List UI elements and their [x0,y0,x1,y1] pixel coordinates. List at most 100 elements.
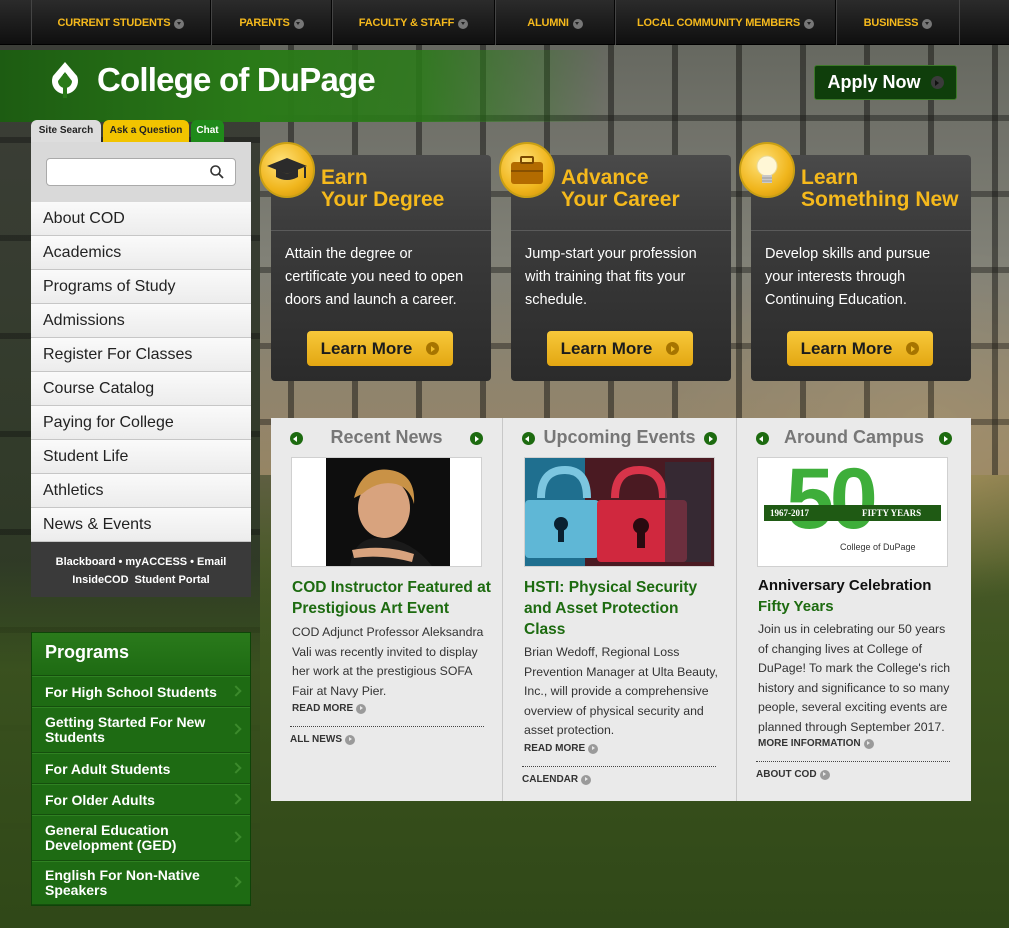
tab-chat[interactable]: Chat [191,120,224,142]
program-high-school[interactable]: For High School Students [32,676,250,707]
chevron-right-icon [230,761,242,774]
about-cod-link[interactable]: ABOUT COD [756,769,830,780]
program-older-adults[interactable]: For Older Adults [32,784,250,815]
graduation-cap-icon [259,142,315,198]
chevron-right-icon [230,876,242,888]
apply-now-button[interactable]: Apply Now [814,65,957,100]
arrow-right-icon [588,743,599,754]
nav-parents[interactable]: PARENTS [211,0,332,45]
search-icon[interactable] [209,164,225,180]
search-panel [31,142,251,203]
nav-faculty-staff[interactable]: FACULTY & STAFF [332,0,495,45]
nav-item-academics[interactable]: Academics [31,236,251,270]
programs-title: Programs [32,633,250,676]
divider [290,726,484,727]
link-insidecod[interactable]: InsideCOD [72,574,128,586]
event-body: Brian Wedoff, Regional Loss Prevention M… [524,645,718,737]
link-student-portal[interactable]: Student Portal [135,574,210,586]
chevron-down-icon [804,18,815,29]
nav-current-students[interactable]: CURRENT STUDENTS [31,0,211,45]
link-blackboard[interactable]: Blackboard [56,556,116,568]
prev-arrow-icon[interactable] [756,432,769,445]
program-new-students[interactable]: Getting Started For New Students [32,707,250,753]
card-description: Develop skills and pursue your interests… [765,246,931,308]
search-input[interactable] [46,158,236,186]
program-english-non-native[interactable]: English For Non-Native Speakers [32,861,250,905]
arrow-right-icon [345,734,356,745]
arrow-right-icon [863,738,874,749]
chevron-down-icon [293,18,304,29]
program-ged[interactable]: General Education Development (GED) [32,815,250,861]
nav-local-community[interactable]: LOCAL COMMUNITY MEMBERS [615,0,836,45]
news-title[interactable]: COD Instructor Featured at Prestigious A… [292,577,492,619]
chevron-down-icon [174,18,185,29]
news-section: Recent News COD Instructor Featured at P… [271,418,971,801]
arrow-right-icon [426,342,440,355]
nav-item-student-life[interactable]: Student Life [31,440,251,474]
anniversary-logo-image[interactable]: 50 1967-2017 FIFTY YEARS College of DuPa… [757,456,948,567]
chevron-right-icon [230,831,242,843]
nav-item-paying[interactable]: Paying for College [31,406,251,440]
link-email[interactable]: Email [197,556,226,568]
nav-item-programs-of-study[interactable]: Programs of Study [31,270,251,304]
divider [522,766,716,767]
prev-arrow-icon[interactable] [522,432,535,445]
fifty-years-logo: 50 1967-2017 FIFTY YEARS College of DuPa… [758,456,947,566]
nav-item-admissions[interactable]: Admissions [31,304,251,338]
programs-panel: Programs For High School Students Gettin… [31,632,251,906]
recent-news-header: Recent News [271,418,502,456]
learn-more-button[interactable]: Learn More [547,331,693,366]
nav-item-athletics[interactable]: Athletics [31,474,251,508]
upcoming-events-header: Upcoming Events [503,418,736,456]
campus-title[interactable]: Anniversary Celebration [758,576,958,596]
nav-item-register[interactable]: Register For Classes [31,338,251,372]
nav-item-about[interactable]: About COD [31,202,251,236]
search-tabs: Site Search Ask a Question Chat [31,120,226,142]
college-logo[interactable]: College of DuPage [45,60,376,100]
next-arrow-icon[interactable] [470,432,483,445]
arrow-right-icon [666,342,680,355]
event-title[interactable]: HSTI: Physical Security and Asset Protec… [524,577,724,640]
link-myaccess[interactable]: myACCESS [125,556,187,568]
logo-text: College of DuPage [97,61,376,98]
chevron-down-icon [458,18,469,29]
calendar-link[interactable]: CALENDAR [522,774,592,785]
more-information-link[interactable]: MORE INFORMATION [758,738,874,749]
event-photo[interactable] [524,457,715,567]
nav-business[interactable]: BUSINESS [836,0,960,45]
tab-ask-question[interactable]: Ask a Question [103,120,189,142]
recent-news-column: Recent News COD Instructor Featured at P… [271,418,503,801]
chevron-down-icon [572,18,583,29]
nav-item-catalog[interactable]: Course Catalog [31,372,251,406]
card-earn-degree: Earn Your Degree Attain the degree or cer… [259,142,491,381]
next-arrow-icon[interactable] [939,432,952,445]
nav-item-news-events[interactable]: News & Events [31,508,251,542]
card-advance-career: Advance Your Career Jump-start your profe… [499,142,731,381]
read-more-link[interactable]: READ MORE [292,703,367,714]
prev-arrow-icon[interactable] [290,432,303,445]
program-adult[interactable]: For Adult Students [32,753,250,784]
briefcase-icon [499,142,555,198]
arrow-right-icon [930,76,944,89]
cod-logo-icon [45,60,85,100]
next-arrow-icon[interactable] [704,432,717,445]
main-nav: About COD Academics Programs of Study Ad… [31,202,251,542]
upcoming-events-column: Upcoming Events HSTI: Physical Security … [503,418,737,801]
chevron-right-icon [230,792,242,805]
news-photo[interactable] [291,457,482,567]
card-learn-something-new: Learn Something New Develop skills and pu… [739,142,971,381]
read-more-link[interactable]: READ MORE [524,743,599,754]
audience-nav: CURRENT STUDENTS PARENTS FACULTY & STAFF… [0,0,1009,45]
tab-site-search[interactable]: Site Search [31,120,101,142]
quick-links: Blackboard • myACCESS • Email InsideCOD Stude… [31,542,251,597]
arrow-right-icon [581,774,592,785]
learn-more-button[interactable]: Learn More [307,331,453,366]
all-news-link[interactable]: ALL NEWS [290,734,356,745]
learn-more-button[interactable]: Learn More [787,331,933,366]
divider [756,761,950,762]
card-description: Jump-start your profession with training… [525,246,697,308]
lightbulb-icon [739,142,795,198]
nav-alumni[interactable]: ALUMNI [495,0,615,45]
campus-body: Join us in celebrating our 50 years of c… [758,622,951,734]
arrow-right-icon [819,769,830,780]
